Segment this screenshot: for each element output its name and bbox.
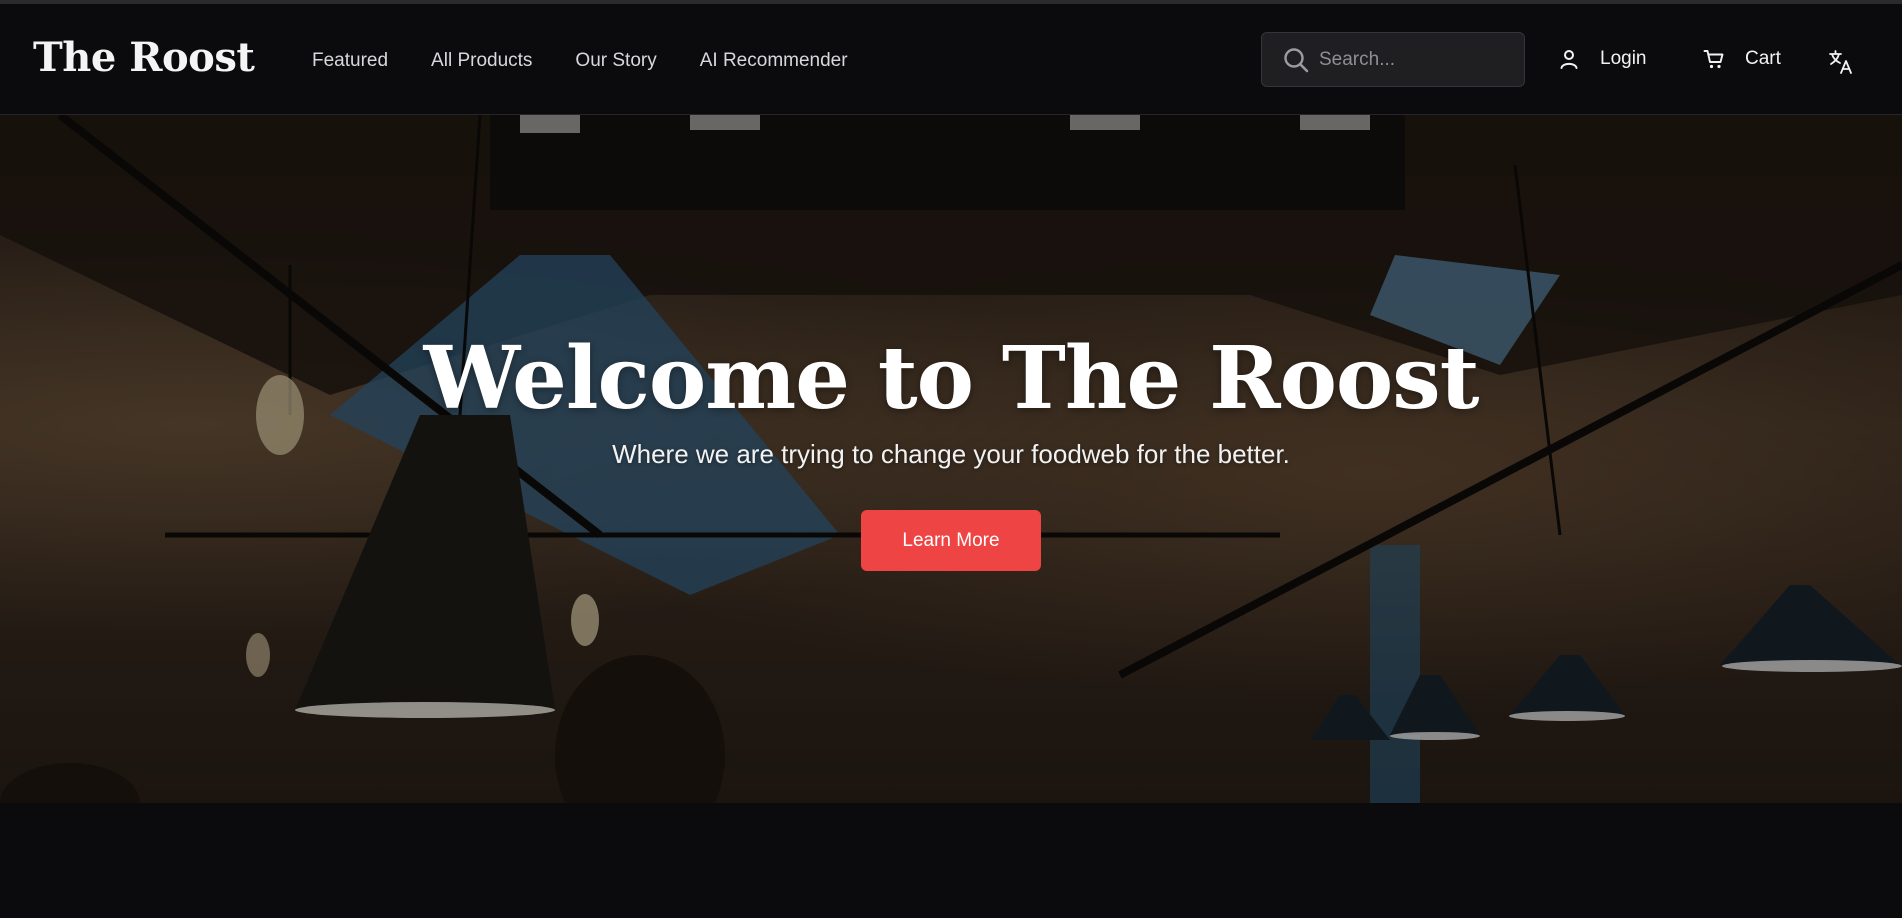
cart-icon [1703, 48, 1725, 70]
nav-links: Featured All Products Our Story AI Recom… [312, 50, 891, 72]
nav-link-our-story[interactable]: Our Story [575, 50, 656, 72]
search-input[interactable] [1310, 33, 1564, 86]
cart-label: Cart [1745, 48, 1781, 69]
cart-button[interactable]: Cart [1703, 48, 1781, 70]
hero-title: Welcome to The Roost [423, 328, 1480, 429]
hero-subtitle: Where we are trying to change your foodw… [612, 439, 1290, 469]
hero-section: Welcome to The Roost Where we are trying… [0, 115, 1902, 803]
nav-link-all-products[interactable]: All Products [431, 50, 532, 72]
hero-content: Welcome to The Roost Where we are trying… [0, 115, 1902, 803]
navbar: The Roost Featured All Products Our Stor… [0, 4, 1902, 115]
user-icon [1558, 48, 1580, 70]
nav-link-featured[interactable]: Featured [312, 50, 388, 72]
login-label: Login [1600, 48, 1647, 69]
learn-more-button[interactable]: Learn More [861, 510, 1041, 571]
brand-logo[interactable]: The Roost [33, 34, 255, 81]
search-icon [1282, 46, 1310, 74]
nav-link-ai-recommender[interactable]: AI Recommender [700, 50, 848, 72]
page-content-area [0, 803, 1902, 918]
search-box[interactable] [1261, 32, 1564, 87]
login-button[interactable]: Login [1558, 48, 1647, 70]
translate-icon[interactable] [1828, 49, 1854, 75]
